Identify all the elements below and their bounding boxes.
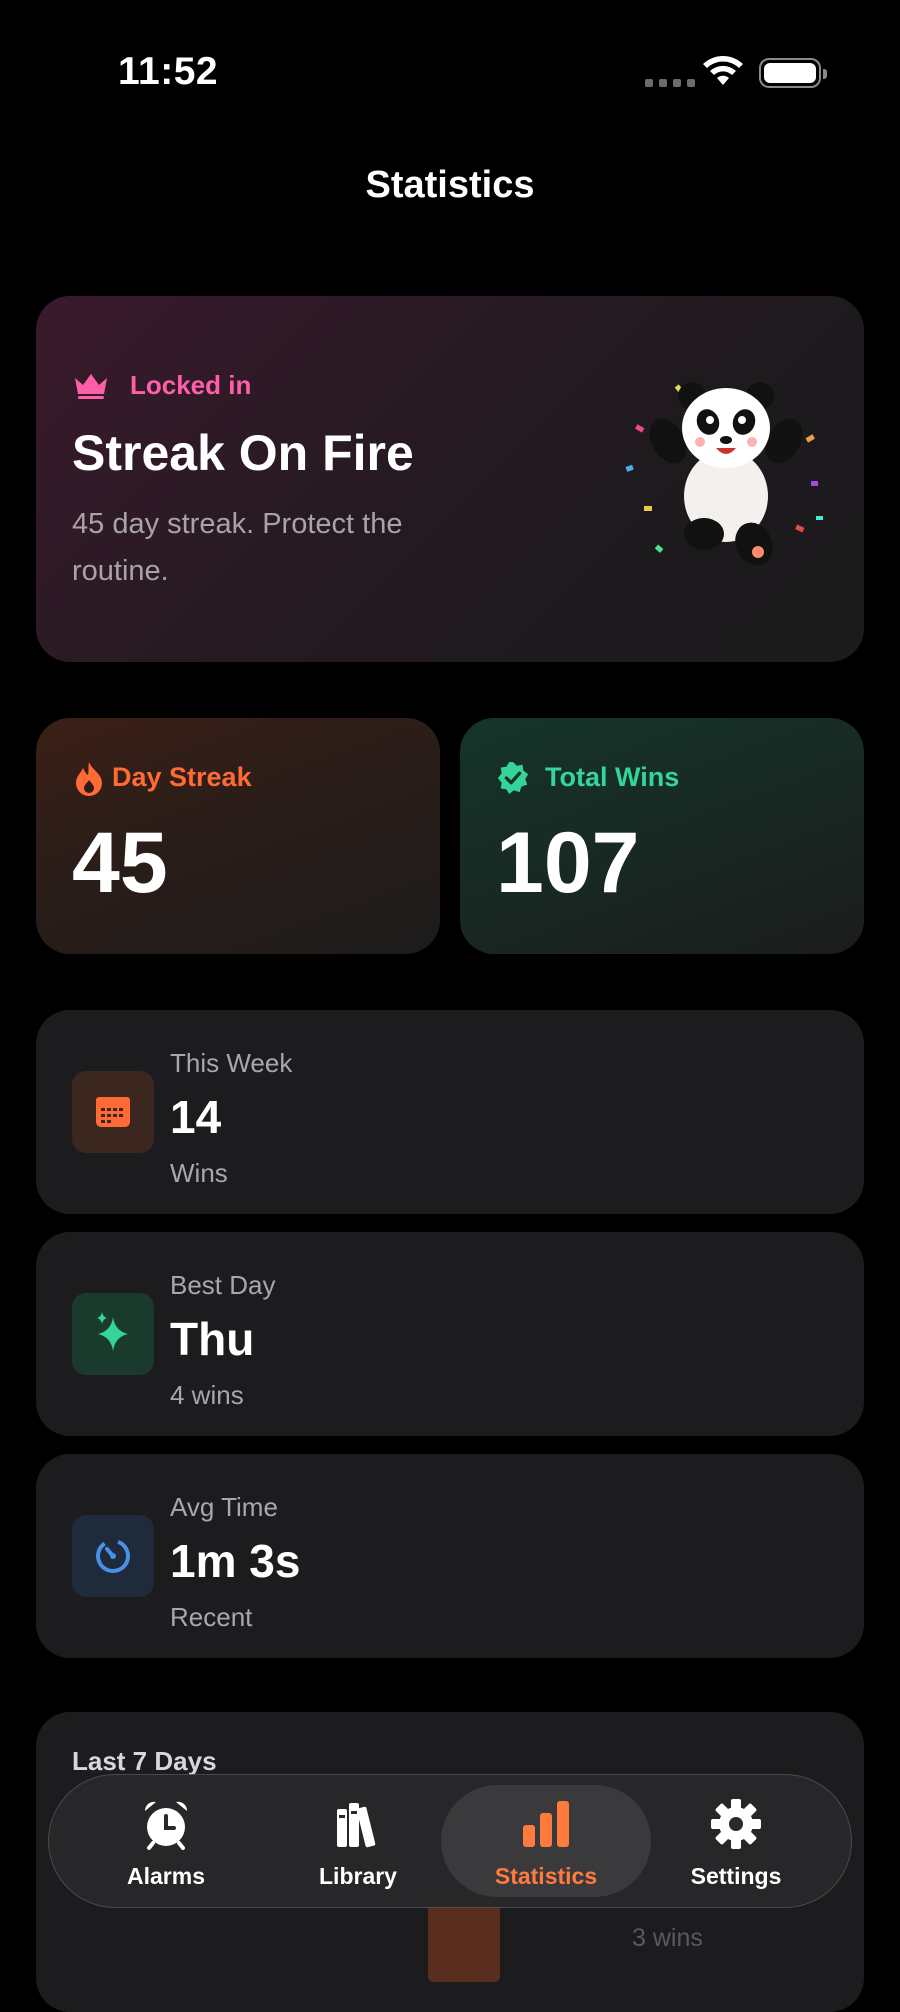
avg-time-row: Avg Time 1m 3s Recent bbox=[36, 1454, 864, 1658]
last-7-days-title: Last 7 Days bbox=[72, 1746, 217, 1776]
hero-tag: Locked in bbox=[130, 370, 252, 400]
sparkle-icon bbox=[72, 1293, 154, 1375]
books-icon bbox=[337, 1803, 376, 1848]
verified-badge-icon bbox=[497, 761, 529, 795]
tab-alarms[interactable]: Alarms bbox=[61, 1785, 271, 1897]
crown-icon bbox=[75, 374, 107, 399]
gear-icon bbox=[711, 1799, 761, 1849]
wifi-icon bbox=[703, 56, 743, 85]
battery-icon bbox=[759, 58, 827, 88]
this-week-caption: Wins bbox=[170, 1158, 228, 1188]
this-week-label: This Week bbox=[170, 1048, 293, 1078]
alarm-clock-icon bbox=[144, 1801, 188, 1850]
tab-statistics[interactable]: Statistics bbox=[441, 1785, 651, 1897]
calendar-icon bbox=[72, 1071, 154, 1153]
tab-library[interactable]: Library bbox=[253, 1785, 463, 1897]
page-title: Statistics bbox=[365, 164, 535, 206]
day-streak-label: Day Streak bbox=[112, 762, 252, 792]
timer-icon bbox=[72, 1515, 154, 1597]
avg-time-label: Avg Time bbox=[170, 1492, 278, 1522]
tab-settings[interactable]: Settings bbox=[631, 1785, 841, 1897]
day-streak-card: Day Streak 45 bbox=[36, 718, 440, 954]
tab-bar: Alarms Library Statistics Settings bbox=[48, 1774, 852, 1908]
best-day-label: Best Day bbox=[170, 1270, 276, 1300]
chart-bar bbox=[428, 1902, 500, 1982]
tab-library-label: Library bbox=[319, 1863, 397, 1889]
chart-wins-label: 3 wins bbox=[632, 1924, 703, 1952]
hero-title: Streak On Fire bbox=[72, 425, 414, 481]
hero-subtitle: 45 day streak. Protect the routine. bbox=[72, 508, 403, 587]
cellular-signal-icon bbox=[645, 79, 695, 87]
tab-statistics-label: Statistics bbox=[494, 1863, 598, 1889]
best-day-row: Best Day Thu 4 wins bbox=[36, 1232, 864, 1436]
avg-time-value: 1m 3s bbox=[170, 1535, 301, 1587]
best-day-caption: 4 wins bbox=[170, 1380, 244, 1410]
streak-hero-card: Locked in Streak On Fire 45 day streak. … bbox=[36, 296, 864, 662]
status-bar: 11:52 bbox=[0, 0, 900, 140]
day-streak-value: 45 bbox=[72, 815, 168, 911]
tab-alarms-label: Alarms bbox=[127, 1863, 205, 1889]
total-wins-value: 107 bbox=[496, 815, 640, 911]
best-day-value: Thu bbox=[170, 1313, 255, 1365]
this-week-value: 14 bbox=[170, 1091, 222, 1143]
flame-icon bbox=[76, 762, 102, 796]
panda-illustration bbox=[625, 382, 823, 566]
bar-chart-icon bbox=[523, 1801, 569, 1847]
status-time: 11:52 bbox=[118, 50, 219, 93]
avg-time-caption: Recent bbox=[170, 1602, 253, 1632]
this-week-row: This Week 14 Wins bbox=[36, 1010, 864, 1214]
tab-settings-label: Settings bbox=[690, 1863, 782, 1889]
total-wins-card: Total Wins 107 bbox=[460, 718, 864, 954]
total-wins-label: Total Wins bbox=[545, 762, 680, 792]
